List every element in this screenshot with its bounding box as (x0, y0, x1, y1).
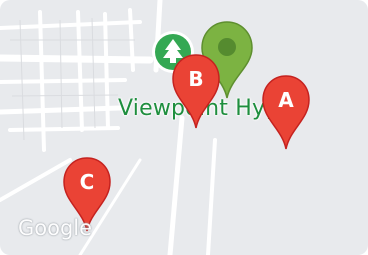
marker-label: B (188, 67, 204, 91)
road (167, 115, 185, 255)
google-logo: Google (18, 216, 93, 240)
marker-label: A (278, 88, 294, 112)
road (0, 54, 154, 64)
marker-b[interactable]: B (170, 52, 222, 130)
minor-road (11, 94, 119, 97)
marker-a[interactable]: A (260, 73, 312, 151)
road (8, 126, 120, 132)
road (206, 138, 217, 255)
road (0, 20, 142, 30)
marker-label: C (79, 170, 95, 194)
minor-road (91, 17, 96, 129)
map-view[interactable]: Viewpoint Hygro B A C Google (0, 0, 368, 255)
marker-pin-icon (172, 54, 220, 129)
marker-pin-icon (262, 75, 310, 150)
road (0, 105, 123, 115)
road (0, 78, 127, 84)
road (76, 10, 84, 132)
road (0, 158, 72, 202)
